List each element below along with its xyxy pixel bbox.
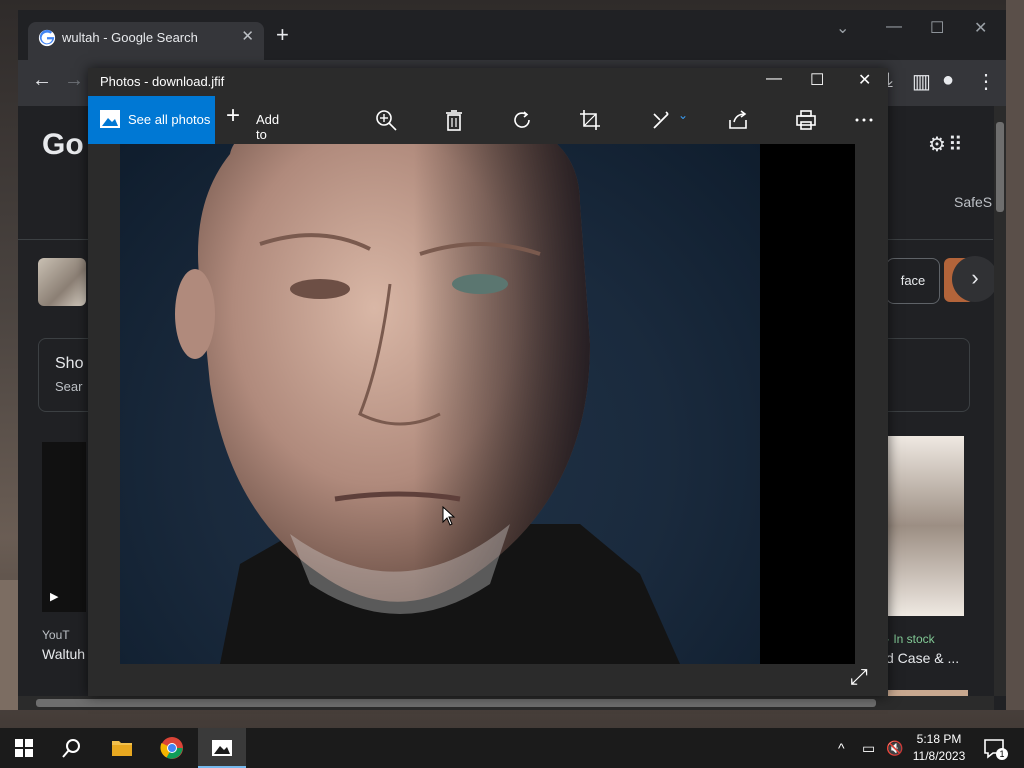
- vertical-scrollbar[interactable]: [994, 106, 1006, 696]
- print-icon[interactable]: [794, 108, 818, 132]
- browser-tab[interactable]: wultah - Google Search ✕: [28, 22, 264, 60]
- portrait-illustration: [175, 144, 680, 664]
- scroll-thumb[interactable]: [996, 122, 1004, 212]
- filter-thumbnail[interactable]: [38, 258, 86, 306]
- tab-title: wultah - Google Search: [62, 30, 198, 45]
- zoom-icon[interactable]: [374, 108, 398, 132]
- back-arrow-icon[interactable]: ←: [32, 69, 52, 92]
- photos-toolbar: See all photos + Add to ⌄: [88, 96, 888, 144]
- apps-grid-icon[interactable]: ⠿: [948, 132, 963, 157]
- safesearch-label[interactable]: SafeS: [954, 194, 992, 210]
- product-title[interactable]: d Case & ...: [886, 650, 959, 666]
- share-icon[interactable]: [726, 108, 750, 132]
- photos-icon: [212, 740, 232, 756]
- video-thumbnail[interactable]: [42, 442, 86, 612]
- plus-icon[interactable]: +: [276, 22, 289, 48]
- photos-window-title: Photos - download.jfif: [100, 74, 225, 89]
- photo-viewer[interactable]: [120, 144, 855, 664]
- scroll-thumb[interactable]: [36, 699, 876, 707]
- chevron-down-icon[interactable]: ⌄: [836, 18, 849, 38]
- close-icon[interactable]: ✕: [974, 18, 987, 38]
- plus-icon: +: [226, 102, 241, 129]
- menu-kebab-icon[interactable]: ⋮: [976, 69, 996, 94]
- more-icon[interactable]: [852, 108, 876, 132]
- clock-time[interactable]: 5:18 PM: [912, 732, 966, 746]
- card-title: Sho: [55, 355, 84, 372]
- chrome-taskbar-button[interactable]: [148, 728, 196, 768]
- video-source: YouT: [42, 628, 70, 642]
- portrait-photo: [120, 144, 760, 664]
- network-icon[interactable]: ▭: [862, 740, 875, 757]
- tab-strip: wultah - Google Search ✕ + ⌄ — ☐ ✕: [18, 10, 1006, 60]
- chevron-up-icon[interactable]: ^: [838, 740, 845, 756]
- google-logo[interactable]: Go: [42, 128, 84, 162]
- photos-window: Photos - download.jfif — ☐ ✕ See all pho…: [88, 68, 888, 696]
- product-image[interactable]: [888, 436, 964, 616]
- delete-icon[interactable]: [442, 108, 466, 132]
- close-icon[interactable]: ✕: [858, 70, 871, 90]
- photos-taskbar-button[interactable]: [198, 728, 246, 768]
- notification-count: 1: [996, 748, 1008, 760]
- chrome-icon: [160, 737, 183, 759]
- add-to-label: Add to: [256, 112, 280, 142]
- rotate-icon[interactable]: [510, 108, 534, 132]
- see-all-photos-label: See all photos: [128, 112, 211, 127]
- chevron-right-icon[interactable]: ›: [952, 256, 998, 302]
- picture-icon: [100, 110, 120, 128]
- filter-chip-face[interactable]: face: [886, 258, 940, 304]
- crop-icon[interactable]: [578, 108, 602, 132]
- desktop-wallpaper-fragment: [1006, 0, 1024, 710]
- card-subtitle: Sear: [55, 379, 83, 394]
- google-favicon-icon: [38, 29, 56, 47]
- gear-icon[interactable]: ⚙: [928, 132, 946, 157]
- see-all-photos-button[interactable]: See all photos: [88, 96, 215, 144]
- play-icon: ▶: [50, 591, 59, 603]
- search-icon: [62, 739, 80, 758]
- product-stock: · In stock: [886, 632, 935, 646]
- horizontal-scrollbar[interactable]: [18, 696, 994, 710]
- search-button[interactable]: [48, 728, 96, 768]
- profile-icon[interactable]: ●: [942, 69, 954, 92]
- volume-muted-icon[interactable]: 🔇: [886, 740, 903, 757]
- clock-date[interactable]: 11/8/2023: [912, 749, 966, 763]
- start-button[interactable]: [0, 728, 48, 768]
- close-tab-icon[interactable]: ✕: [241, 27, 254, 45]
- maximize-icon[interactable]: ☐: [810, 70, 824, 90]
- file-explorer-button[interactable]: [98, 728, 146, 768]
- chevron-down-icon[interactable]: ⌄: [678, 108, 688, 122]
- video-title[interactable]: Waltuh: [42, 646, 85, 662]
- side-panel-icon[interactable]: ▥: [912, 69, 931, 94]
- windows-icon: [15, 739, 33, 757]
- forward-arrow-icon[interactable]: →: [64, 69, 84, 92]
- notification-icon[interactable]: 1: [982, 736, 1008, 760]
- minimize-icon[interactable]: —: [766, 70, 782, 88]
- maximize-icon[interactable]: ☐: [930, 18, 944, 38]
- edit-icon[interactable]: [650, 108, 674, 132]
- taskbar: ^ ▭ 🔇 5:18 PM 11/8/2023 1: [0, 728, 1024, 768]
- fullscreen-icon[interactable]: ⤢: [850, 664, 868, 690]
- mouse-cursor-icon: [442, 506, 456, 526]
- folder-icon: [112, 741, 132, 756]
- minimize-icon[interactable]: —: [886, 18, 902, 36]
